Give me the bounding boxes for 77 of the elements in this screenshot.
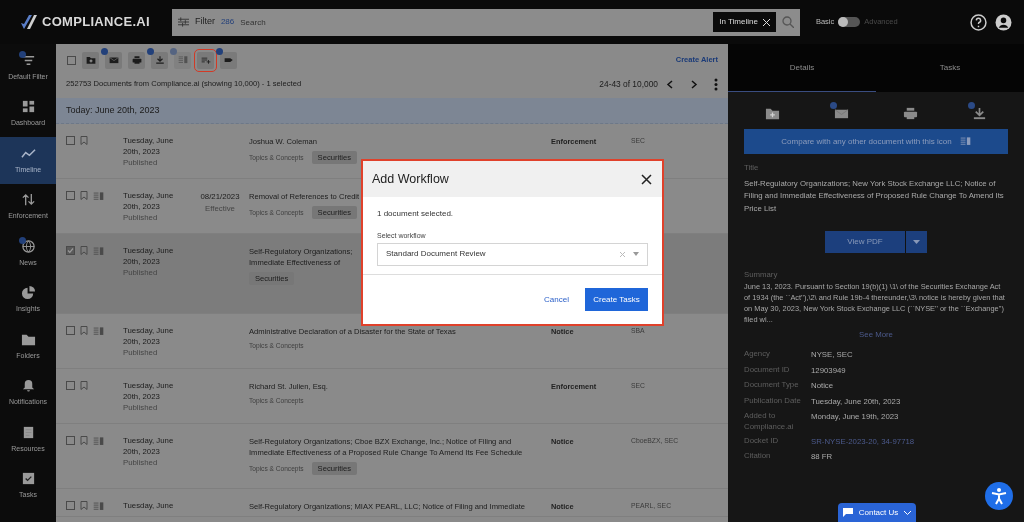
- bookmark-icon[interactable]: [80, 246, 88, 255]
- folder-icon: [85, 55, 96, 65]
- workflow-select[interactable]: Standard Document Review: [377, 242, 648, 266]
- bookmark-icon[interactable]: [80, 326, 88, 335]
- insights-icon: [20, 285, 36, 300]
- mode-toggle[interactable]: [838, 17, 861, 27]
- user-icon[interactable]: [995, 13, 1012, 31]
- checkbox[interactable]: [66, 246, 75, 255]
- close-icon: [762, 18, 770, 26]
- panel-tab[interactable]: Tasks: [876, 44, 1024, 92]
- panel-tab[interactable]: Details: [728, 44, 876, 92]
- pagination-label: 24-43 of 10,000: [599, 77, 658, 91]
- select-all-checkbox[interactable]: [67, 55, 76, 65]
- folder-action[interactable]: [765, 106, 780, 121]
- day-header: Today: June 20th, 2023: [56, 98, 728, 124]
- tasks-icon: [20, 471, 36, 486]
- bookmark-icon[interactable]: [80, 436, 88, 445]
- compare-icon: [959, 136, 971, 147]
- workflow-icon: [200, 55, 211, 65]
- tag-icon: [223, 55, 234, 65]
- caret-icon: [913, 240, 920, 244]
- print-action[interactable]: [903, 106, 918, 121]
- filter-icon: [177, 17, 189, 27]
- enforcement-icon: [20, 192, 36, 207]
- search-bar[interactable]: Filter 286 Search In Timeline: [171, 8, 800, 36]
- checkbox[interactable]: [66, 326, 75, 335]
- news-icon: [20, 238, 36, 254]
- checkbox[interactable]: [66, 136, 75, 145]
- chat-icon: [842, 508, 853, 517]
- more-icon[interactable]: [714, 77, 718, 91]
- checkbox[interactable]: [66, 501, 75, 510]
- compare-icon: [93, 246, 104, 257]
- compare-icon: [93, 326, 104, 337]
- search-icon[interactable]: [781, 16, 794, 28]
- compare-icon: [177, 55, 188, 65]
- bookmark-icon[interactable]: [80, 191, 88, 200]
- logo-text: COMPLIANCE.AI: [42, 13, 150, 32]
- folder-button[interactable]: [82, 51, 99, 69]
- clear-icon: [620, 251, 625, 257]
- print-button[interactable]: [128, 51, 145, 69]
- contact-us-button[interactable]: Contact Us: [838, 503, 916, 522]
- view-pdf-button[interactable]: View PDF: [825, 231, 905, 254]
- compare-icon: [93, 501, 104, 512]
- download-icon: [972, 106, 987, 121]
- bookmark-icon[interactable]: [80, 501, 88, 510]
- help-icon[interactable]: [970, 13, 987, 31]
- chevron-down-icon: [904, 510, 912, 515]
- cancel-link[interactable]: Cancel: [544, 293, 569, 306]
- compare-icon: [93, 191, 104, 202]
- workflow-button[interactable]: [197, 51, 214, 69]
- chevron-right-icon[interactable]: [690, 79, 698, 89]
- dashboard-icon: [20, 99, 36, 114]
- scope-chip[interactable]: In Timeline: [713, 12, 776, 32]
- selection-message: 1 document selected.: [377, 208, 455, 220]
- bookmark-icon[interactable]: [80, 136, 88, 145]
- print-icon: [903, 106, 918, 121]
- dropdown-button[interactable]: [905, 231, 927, 254]
- checkbox[interactable]: [66, 191, 75, 200]
- close-icon[interactable]: [641, 173, 652, 185]
- chevron-left-icon[interactable]: [666, 79, 674, 89]
- filter-count: 286: [220, 16, 235, 28]
- mail-icon: [108, 55, 119, 65]
- caret-icon: [633, 252, 639, 256]
- folder-icon: [765, 106, 780, 121]
- mail-icon: [834, 106, 849, 121]
- create-tasks-button[interactable]: Create Tasks: [585, 288, 648, 311]
- logo-icon: [20, 14, 38, 30]
- compare-banner[interactable]: Compare with any other document with this icon: [744, 129, 1008, 154]
- search-field[interactable]: Search: [240, 8, 708, 36]
- accessibility-icon: [990, 487, 1008, 505]
- checkbox[interactable]: [66, 381, 75, 390]
- compare-icon: [93, 436, 104, 447]
- download-icon: [154, 55, 165, 65]
- filter-label[interactable]: Filter: [194, 15, 215, 29]
- checkbox[interactable]: [66, 436, 75, 445]
- bookmark-icon[interactable]: [80, 381, 88, 390]
- print-icon: [131, 55, 142, 65]
